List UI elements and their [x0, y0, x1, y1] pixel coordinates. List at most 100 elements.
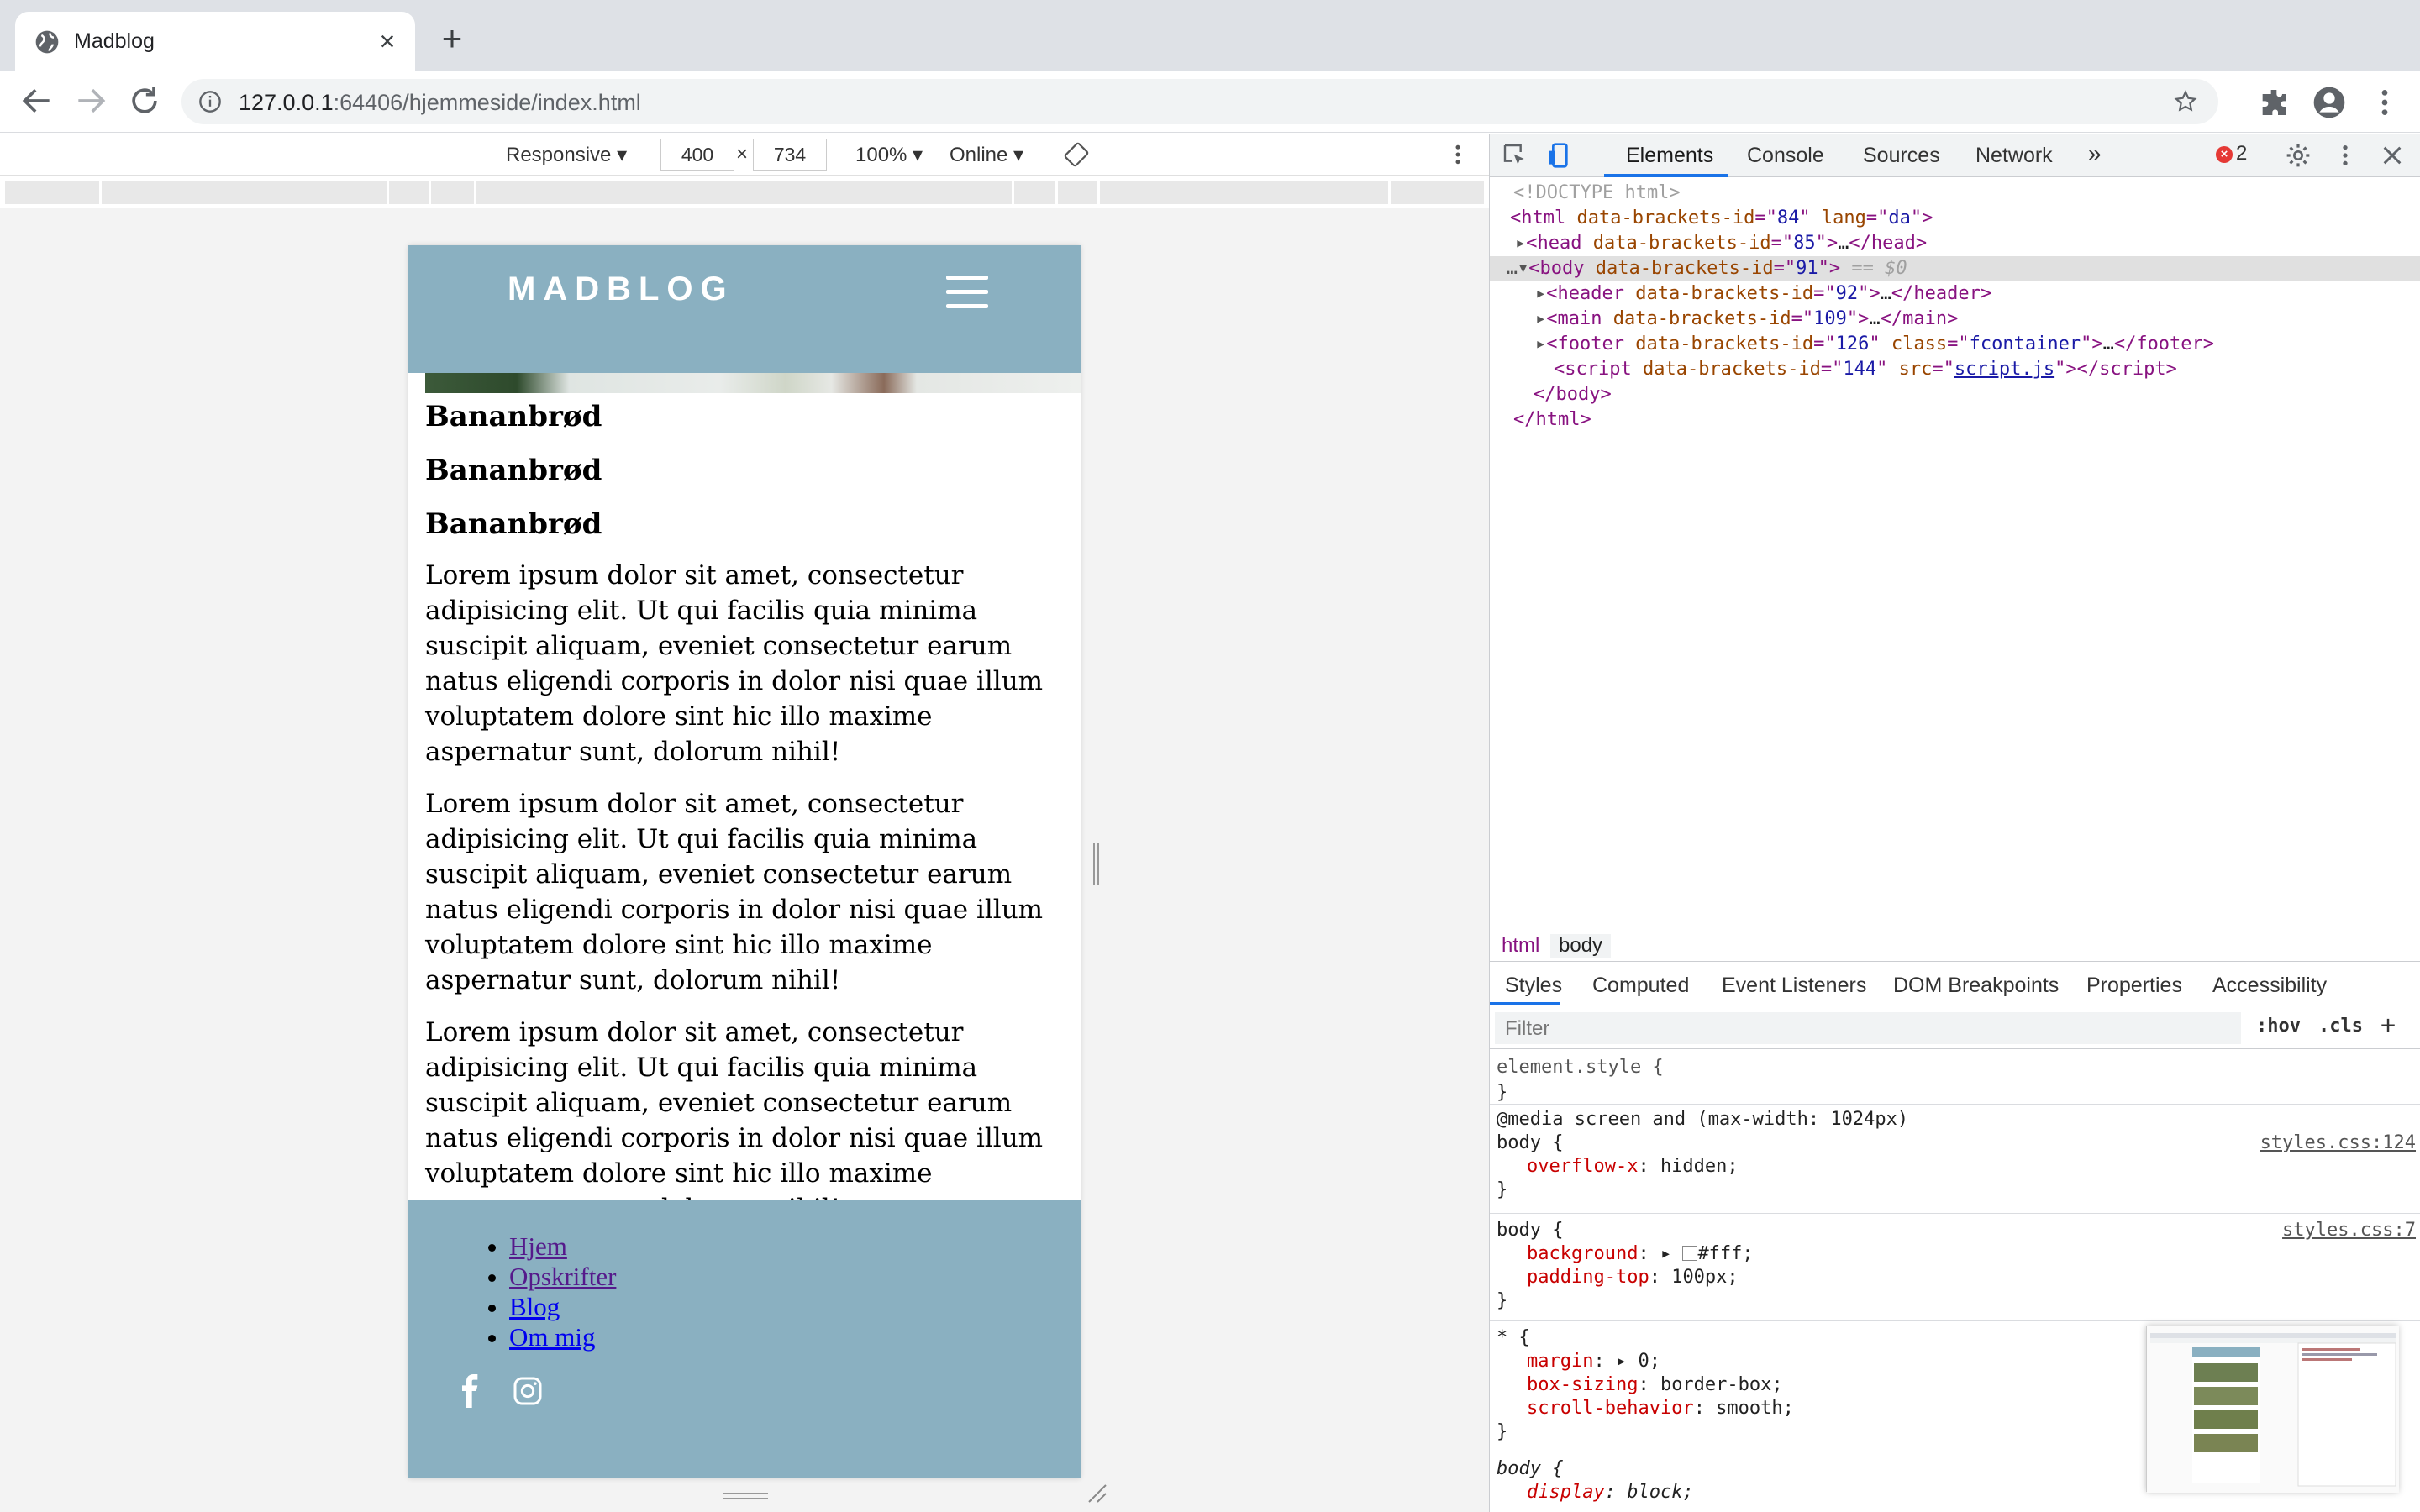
tab-network[interactable]: Network — [1975, 144, 2053, 168]
footer-link-opskrifter[interactable]: Opskrifter — [509, 1262, 616, 1291]
dom-body-node[interactable]: …▾<body data-brackets-id="91"> == $0 — [1490, 256, 2420, 281]
rule-source-link[interactable]: styles.css:7 — [2282, 1219, 2416, 1242]
url-host: 127.0.0.1 — [239, 90, 334, 115]
class-toggle[interactable]: .cls — [2318, 1016, 2363, 1037]
attr-value: fcontainer — [1969, 333, 2081, 354]
devtools-menu-icon[interactable] — [2332, 142, 2359, 169]
instagram-icon[interactable] — [511, 1374, 544, 1408]
dom-footer-node[interactable]: ▸<footer data-brackets-id="126" class="f… — [1535, 332, 2420, 357]
tab-dom-breakpoints[interactable]: DOM Breakpoints — [1893, 974, 2059, 998]
styles-subtabs: Styles Computed Event Listeners DOM Brea… — [1490, 963, 2420, 1005]
bookmark-star-icon[interactable] — [2173, 89, 2198, 114]
style-rule-element[interactable]: element.style { } — [1490, 1053, 2420, 1105]
profile-avatar-icon[interactable] — [2312, 86, 2346, 119]
site-logo[interactable]: MADBLOG — [508, 270, 734, 308]
rule-declaration[interactable]: margin: ▸ 0; — [1527, 1350, 1660, 1373]
dom-head-node[interactable]: ▸<head data-brackets-id="85">…</head> — [1515, 231, 2420, 256]
dom-doctype[interactable]: <!DOCTYPE html> — [1513, 181, 2420, 206]
browser-menu-icon[interactable] — [2368, 86, 2402, 119]
footer-link-om-mig[interactable]: Om mig — [509, 1322, 595, 1352]
dom-body-close[interactable]: </body> — [1534, 382, 2420, 407]
tab-event-listeners[interactable]: Event Listeners — [1722, 974, 1866, 998]
rule-declaration: display: block; — [1527, 1481, 1694, 1504]
tab-computed[interactable]: Computed — [1592, 974, 1689, 998]
settings-gear-icon[interactable] — [2285, 142, 2312, 169]
new-tab-button[interactable]: + — [435, 21, 469, 56]
tab-styles[interactable]: Styles — [1505, 974, 1562, 998]
prop-value: : smooth; — [1693, 1398, 1794, 1419]
viewport-width-input[interactable]: 400 — [660, 139, 734, 171]
bottom-resize-handle[interactable] — [723, 1492, 768, 1502]
rule-declaration[interactable]: box-sizing: border-box; — [1527, 1373, 1783, 1397]
dom-main-node[interactable]: ▸<main data-brackets-id="109">…</main> — [1535, 307, 2420, 332]
device-more-icon[interactable] — [1445, 142, 1470, 167]
script-src-link[interactable]: script.js — [1954, 359, 2054, 380]
tab-elements[interactable]: Elements — [1626, 144, 1713, 168]
prop-value: : block; — [1604, 1482, 1694, 1503]
page-content: Bananbrød Bananbrød Bananbrød Lorem ipsu… — [425, 396, 1081, 1243]
styles-filter-input[interactable]: Filter — [1495, 1012, 2241, 1044]
style-rule-body[interactable]: body { styles.css:7 background: ▸ #fff; … — [1490, 1215, 2420, 1321]
back-icon[interactable] — [18, 82, 55, 119]
close-tab-icon[interactable]: × — [373, 27, 402, 55]
rule-declaration[interactable]: background: ▸ #fff; — [1527, 1242, 1754, 1266]
corner-resize-handle[interactable] — [1086, 1482, 1107, 1504]
browser-tab[interactable]: Madblog × — [15, 12, 415, 71]
device-mode-select[interactable]: Responsive ▾ — [506, 143, 627, 167]
color-swatch[interactable] — [1682, 1246, 1698, 1261]
tab-sources[interactable]: Sources — [1863, 144, 1940, 168]
dom-html-node[interactable]: <html data-brackets-id="84" lang="da"> — [1510, 206, 2420, 231]
selected-marker: == $0 — [1840, 258, 1907, 279]
rotate-icon[interactable] — [1064, 142, 1089, 167]
new-rule-button[interactable]: + — [2381, 1011, 2396, 1040]
dom-html-close[interactable]: </html> — [1513, 407, 2420, 433]
extensions-icon[interactable] — [2257, 86, 2291, 119]
rule-declaration[interactable]: scroll-behavior: smooth; — [1527, 1397, 1794, 1420]
attr-value: 126 — [1835, 333, 1870, 354]
address-bar[interactable]: 127.0.0.1:64406/hjemmeside/index.html — [182, 79, 2218, 124]
close-devtools-icon[interactable] — [2379, 142, 2406, 169]
footer-link-hjem[interactable]: Hjem — [509, 1231, 567, 1261]
prop-name: overflow-x — [1527, 1156, 1639, 1177]
error-counter[interactable]: × 2 — [2216, 142, 2247, 165]
rule-declaration[interactable]: padding-top: 100px; — [1527, 1266, 1739, 1289]
tab-console[interactable]: Console — [1747, 144, 1824, 168]
reload-icon[interactable] — [126, 82, 163, 119]
tab-strip: Madblog × + — [0, 0, 2420, 71]
rule-declaration[interactable]: overflow-x: hidden; — [1527, 1155, 1739, 1179]
screenshot-thumbnail[interactable] — [2146, 1326, 2399, 1493]
viewport-height-input[interactable]: 734 — [753, 139, 827, 171]
url-text: 127.0.0.1:64406/hjemmeside/index.html — [239, 90, 641, 116]
rule-selector: body { — [1497, 1458, 1564, 1479]
footer-link-blog[interactable]: Blog — [509, 1292, 560, 1321]
tab-accessibility[interactable]: Accessibility — [2212, 974, 2327, 998]
footer-nav-item: Blog — [509, 1292, 616, 1322]
right-resize-handle[interactable] — [1092, 843, 1101, 885]
device-toolbar: Responsive ▾ 400 × 734 100% ▾ Online ▾ — [0, 134, 1489, 176]
facebook-icon[interactable] — [454, 1374, 487, 1408]
rule-selector: body { — [1497, 1132, 1564, 1153]
post-heading: Bananbrød — [425, 454, 602, 487]
attr-name: lang — [1810, 207, 1866, 228]
tab-properties[interactable]: Properties — [2086, 974, 2182, 998]
footer-nav-item: Om mig — [509, 1322, 616, 1352]
device-mode-label: Responsive — [506, 144, 612, 166]
info-icon[interactable] — [198, 90, 222, 113]
rule-source-link[interactable]: styles.css:124 — [2260, 1131, 2416, 1155]
network-throttle-select[interactable]: Online ▾ — [950, 143, 1023, 167]
breadcrumb-html[interactable]: html — [1502, 934, 1539, 958]
zoom-select[interactable]: 100% ▾ — [855, 143, 923, 167]
breadcrumb-body[interactable]: body — [1550, 934, 1612, 958]
rule-close: } — [1497, 1082, 1508, 1103]
media-query-ruler[interactable] — [5, 181, 1484, 204]
more-tabs-icon[interactable]: » — [2088, 140, 2102, 167]
device-toggle-icon[interactable] — [1545, 142, 1572, 169]
post-paragraph: Lorem ipsum dolor sit amet, consectetur … — [425, 789, 1044, 995]
style-rule-media[interactable]: @media screen and (max-width: 1024px) bo… — [1490, 1106, 2420, 1214]
inspect-element-icon[interactable] — [1502, 142, 1528, 169]
forward-icon[interactable] — [72, 82, 109, 119]
hover-state-toggle[interactable]: :hov — [2256, 1016, 2301, 1037]
dom-header-node[interactable]: ▸<header data-brackets-id="92">…</header… — [1535, 281, 2420, 307]
dom-script-node[interactable]: <script data-brackets-id="144" src="scri… — [1554, 357, 2420, 382]
hamburger-menu-icon[interactable] — [946, 276, 988, 309]
